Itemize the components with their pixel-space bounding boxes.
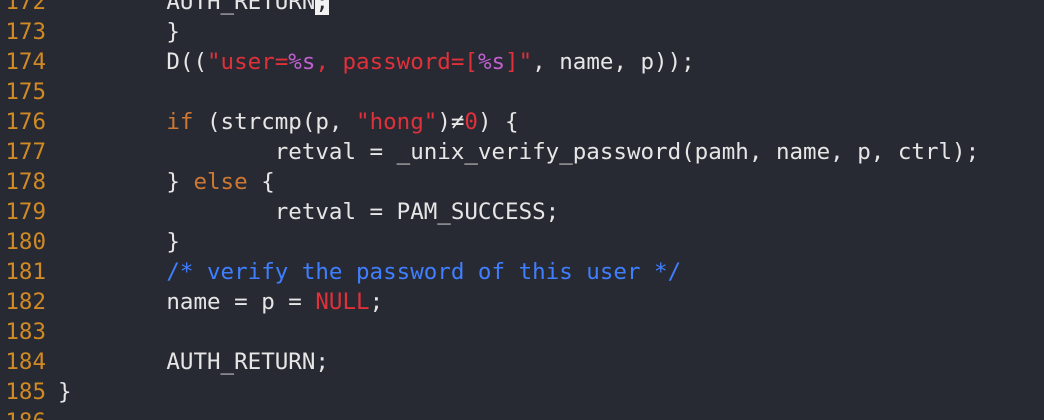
code-line[interactable]: 178 } else {	[0, 167, 1044, 197]
text-cursor: ;	[315, 0, 329, 15]
code-token-constant: NULL	[315, 289, 370, 315]
code-line[interactable]: 181 /* verify the password of this user …	[0, 257, 1044, 287]
code-token-format-specifier: %s	[288, 49, 316, 75]
code-line[interactable]: 174 D(("user=%s, password=[%s]", name, p…	[0, 47, 1044, 77]
line-number: 185	[5, 379, 46, 405]
code-line[interactable]: 182 name = p = NULL;	[0, 287, 1044, 317]
code-token-text: retval = _unix_verify_password(pamh, nam…	[58, 139, 980, 165]
code-token-text: retval = PAM_SUCCESS;	[58, 199, 560, 225]
code-token-text: ) {	[477, 109, 519, 135]
code-token-text: , name, p));	[532, 49, 695, 75]
line-number: 182	[5, 289, 46, 315]
code-token-text: AUTH_RETURN	[58, 0, 316, 15]
line-number: 179	[5, 199, 46, 225]
code-text: } else {	[58, 167, 275, 197]
code-token-comment: /* verify the password of this user */	[58, 259, 682, 285]
code-text: retval = _unix_verify_password(pamh, nam…	[58, 137, 979, 167]
line-number: 174	[5, 49, 46, 75]
code-editor[interactable]: 172 AUTH_RETURN; 173 } 174 D(("user=%s, pa…	[0, 0, 1044, 420]
code-text: D(("user=%s, password=[%s]", name, p));	[58, 47, 695, 77]
line-number: 177	[5, 139, 46, 165]
line-number: 173	[5, 19, 46, 45]
code-text: /* verify the password of this user */	[58, 257, 681, 287]
line-number: 172	[5, 0, 46, 15]
code-lines[interactable]: 172 AUTH_RETURN; 173 } 174 D(("user=%s, pa…	[0, 0, 1044, 420]
code-line[interactable]: 180 }	[0, 227, 1044, 257]
code-token-text: }	[58, 229, 180, 255]
line-number: 176	[5, 109, 46, 135]
line-number: 178	[5, 169, 46, 195]
code-line[interactable]: 179 retval = PAM_SUCCESS;	[0, 197, 1044, 227]
code-line[interactable]: 173 }	[0, 17, 1044, 47]
code-token-text: {	[247, 169, 275, 195]
code-line[interactable]: 172 AUTH_RETURN;	[0, 0, 1044, 17]
code-token-text: }	[58, 169, 194, 195]
code-token-text: }	[58, 19, 180, 45]
code-line[interactable]: 183	[0, 317, 1044, 347]
line-number: 175	[5, 79, 46, 105]
code-text: }	[58, 227, 180, 257]
code-line[interactable]: 175	[0, 77, 1044, 107]
code-token-text: ;	[369, 289, 384, 315]
code-token-text: )≠	[437, 109, 465, 135]
code-text: if (strcmp(p, "hong")≠0) {	[58, 107, 519, 137]
code-token-string: "user=	[207, 49, 289, 75]
code-token-format-specifier: %s	[477, 49, 506, 75]
line-number: 181	[5, 259, 46, 285]
code-text: retval = PAM_SUCCESS;	[58, 197, 559, 227]
line-number: 183	[5, 319, 46, 345]
code-token-string: "hong"	[356, 109, 438, 135]
code-text: name = p = NULL;	[58, 287, 383, 317]
code-text: }	[58, 17, 180, 47]
code-text: }	[58, 377, 72, 407]
code-line[interactable]: 177 retval = _unix_verify_password(pamh,…	[0, 137, 1044, 167]
code-token-keyword: if	[166, 109, 194, 135]
code-text: AUTH_RETURN;	[58, 347, 329, 377]
code-token-text: }	[58, 379, 72, 405]
code-token-constant: 0	[464, 109, 478, 135]
code-token-text: (strcmp(p,	[193, 109, 357, 135]
code-line[interactable]: 186	[0, 407, 1044, 420]
code-token-string: ]"	[505, 49, 533, 75]
code-text: AUTH_RETURN;	[58, 0, 329, 17]
code-token-text: D((	[58, 49, 208, 75]
code-token-string: , password=[	[315, 49, 478, 75]
code-line[interactable]: 176 if (strcmp(p, "hong")≠0) {	[0, 107, 1044, 137]
line-number: 180	[5, 229, 46, 255]
code-line[interactable]: 185}	[0, 377, 1044, 407]
code-token-text: AUTH_RETURN;	[58, 349, 329, 375]
line-number: 184	[5, 349, 46, 375]
code-line[interactable]: 184 AUTH_RETURN;	[0, 347, 1044, 377]
code-token-text: name = p =	[58, 289, 316, 315]
code-token-keyword: else	[193, 169, 248, 195]
line-number: 186	[0, 407, 46, 420]
